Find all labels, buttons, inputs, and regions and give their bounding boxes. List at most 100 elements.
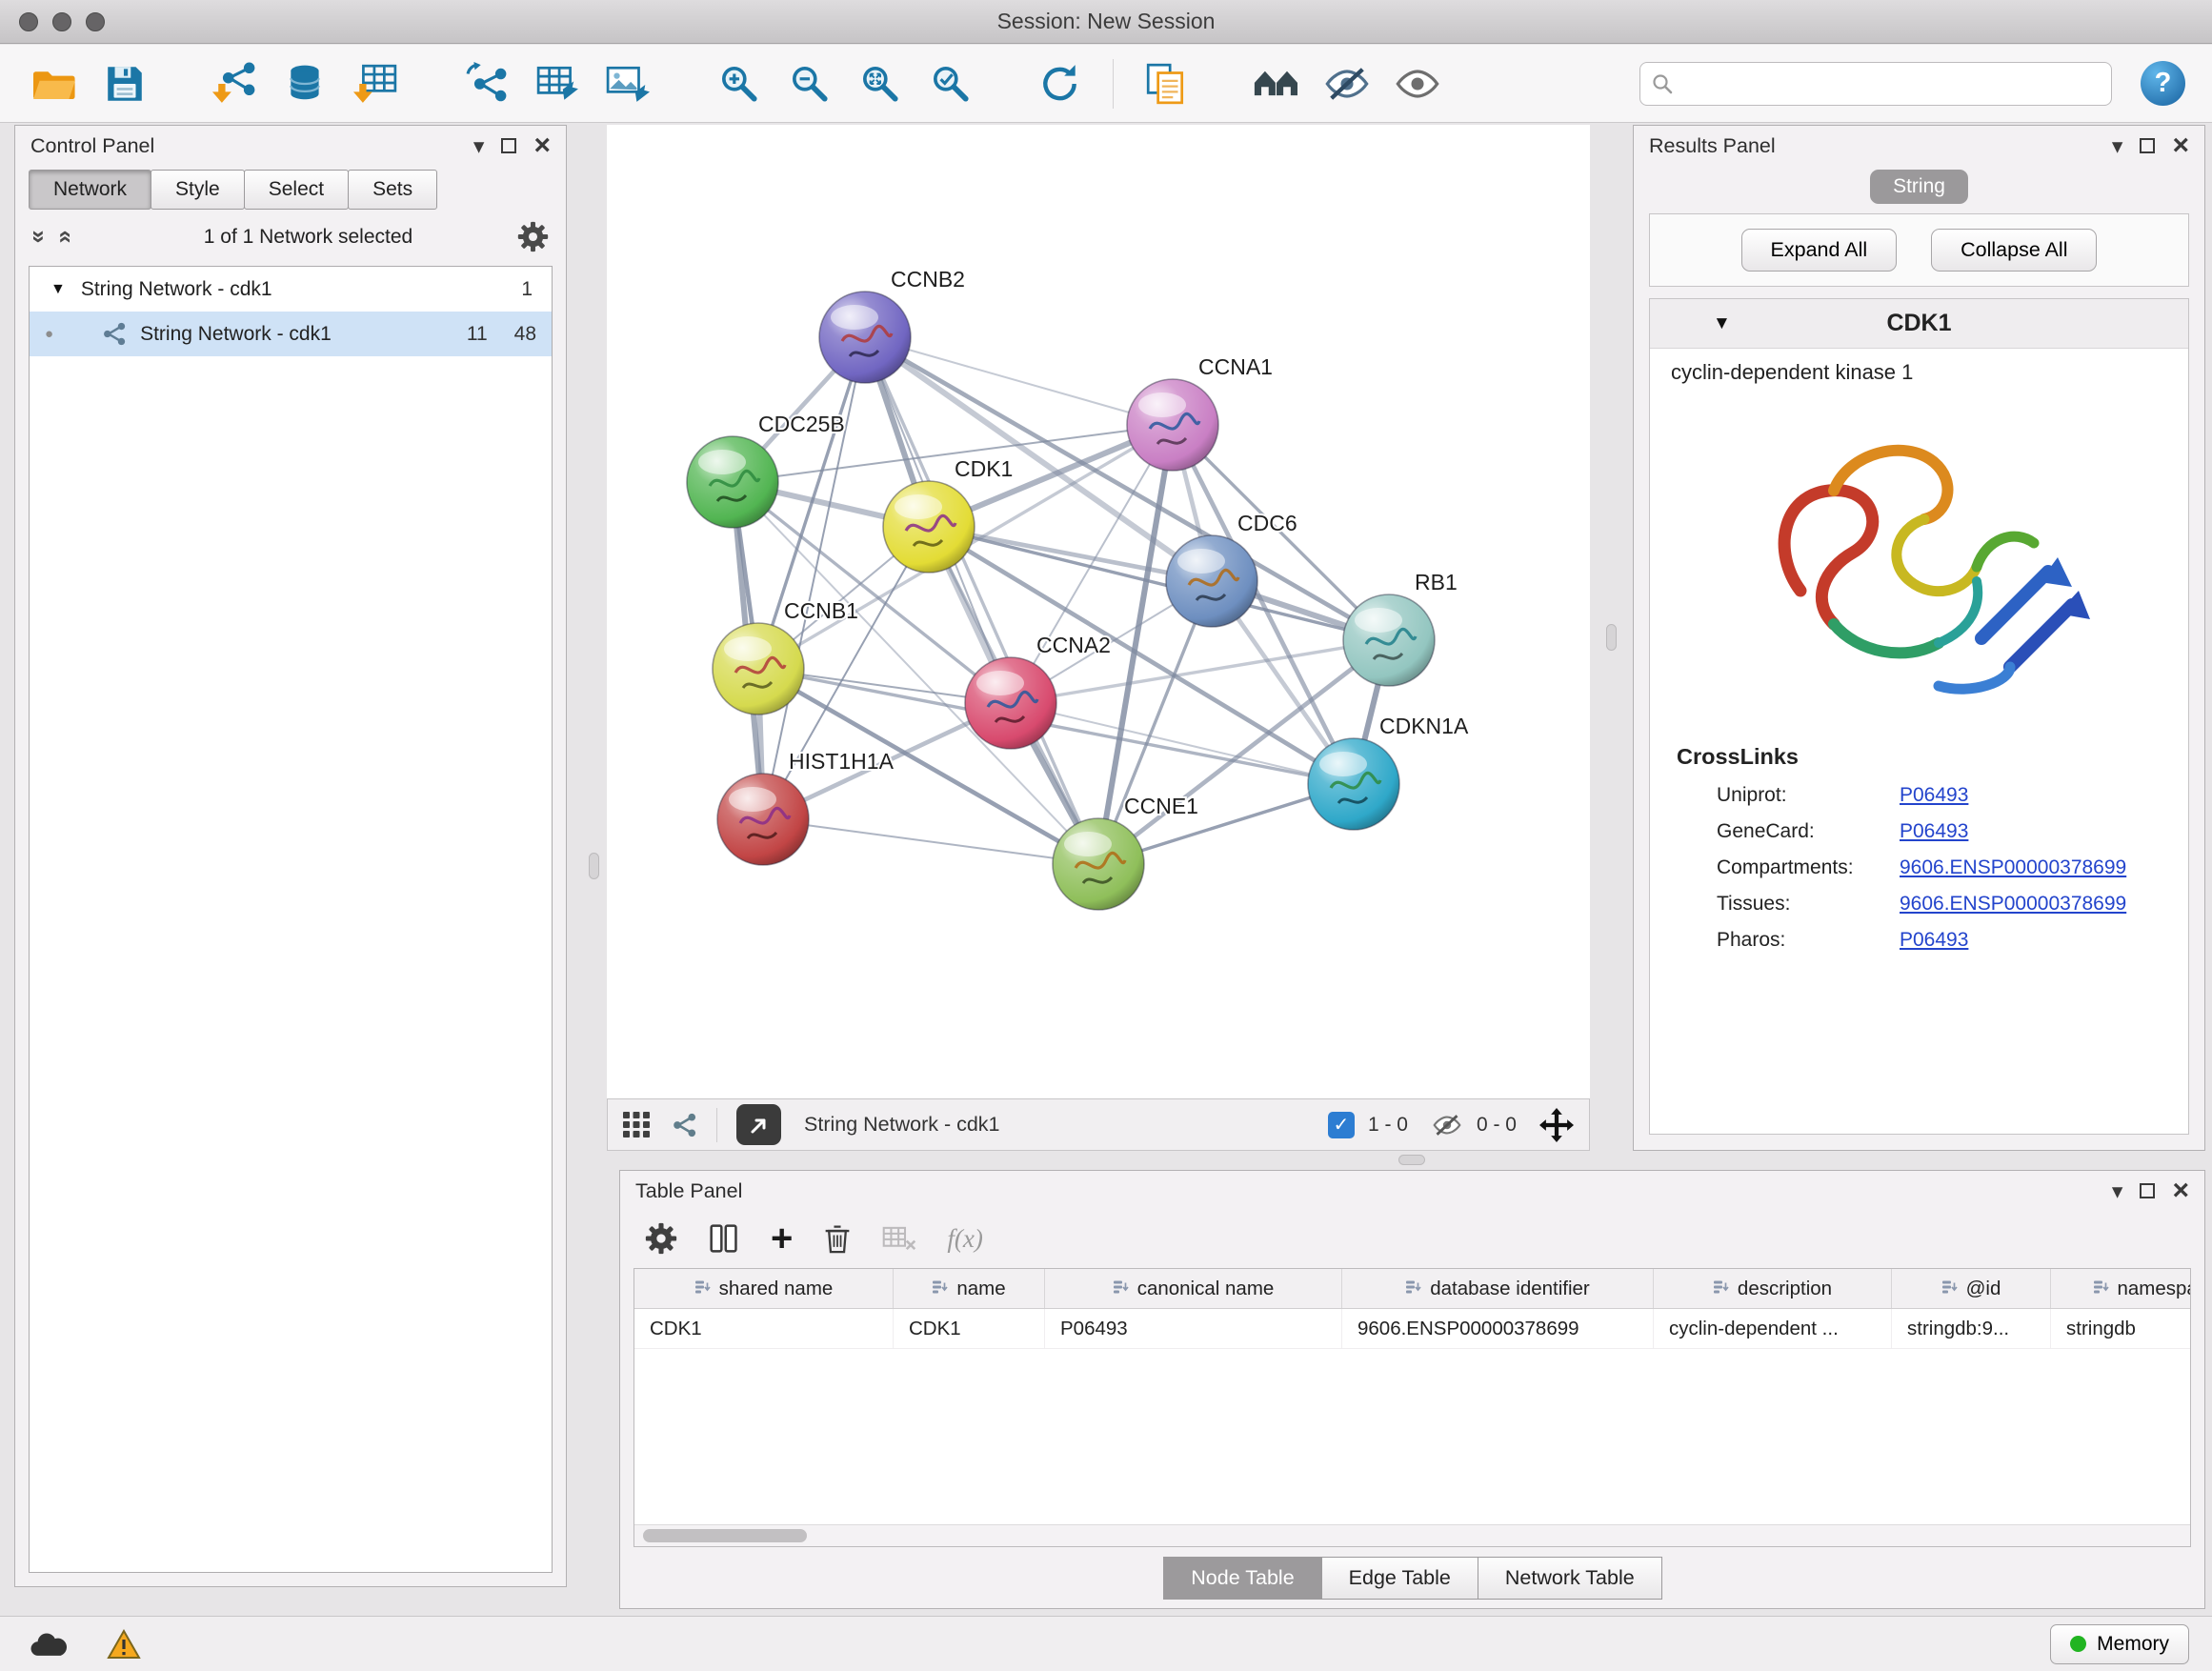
- column-header-description[interactable]: description: [1654, 1269, 1892, 1308]
- column-header-database-identifier[interactable]: database identifier: [1342, 1269, 1654, 1308]
- memory-status-dot: [2070, 1636, 2086, 1652]
- add-column-button[interactable]: +: [771, 1225, 793, 1252]
- new-network-button[interactable]: [459, 53, 514, 114]
- search-input[interactable]: [1680, 71, 2100, 96]
- cloud-status-button[interactable]: [23, 1629, 72, 1660]
- tab-sets[interactable]: Sets: [348, 170, 437, 210]
- panel-close-icon[interactable]: ×: [2172, 131, 2189, 160]
- delete-column-trash-button[interactable]: [823, 1222, 852, 1255]
- copy-document-button[interactable]: [1138, 53, 1194, 114]
- column-header-shared-name[interactable]: shared name: [634, 1269, 894, 1308]
- network-edge[interactable]: [763, 337, 865, 819]
- network-view: CCNB2CCNA1CDC25BCDK1CDC6RB1CCNB1CCNA2CDK…: [607, 125, 1590, 1151]
- panel-float-icon[interactable]: [2140, 138, 2155, 153]
- tab-network[interactable]: Network: [29, 170, 151, 210]
- table-row[interactable]: CDK1CDK1P064939606.ENSP00000378699cyclin…: [634, 1309, 2190, 1349]
- import-network-file-button[interactable]: [208, 53, 263, 114]
- select-columns-button[interactable]: [708, 1223, 740, 1254]
- import-network-database-button[interactable]: [278, 53, 333, 114]
- search-box: [1639, 62, 2112, 106]
- crosslink-link[interactable]: 9606.ENSP00000378699: [1900, 893, 2126, 916]
- tree-expander-icon[interactable]: ▼: [50, 281, 66, 298]
- open-view-button[interactable]: [736, 1104, 781, 1145]
- tab-network-table[interactable]: Network Table: [1478, 1557, 1662, 1600]
- new-table-button[interactable]: [530, 53, 585, 114]
- refresh-view-button[interactable]: [1033, 53, 1088, 114]
- column-header-canonical-name[interactable]: canonical name: [1045, 1269, 1342, 1308]
- tab-edge-table[interactable]: Edge Table: [1321, 1557, 1478, 1600]
- protein-header[interactable]: ▼ CDK1: [1650, 299, 2188, 349]
- section-expander-icon[interactable]: ▼: [1713, 313, 1731, 334]
- splitter-handle[interactable]: [1398, 1155, 1425, 1165]
- expand-all-icon[interactable]: »: [50, 231, 77, 244]
- show-all-networks-button[interactable]: [1249, 53, 1304, 114]
- column-header-namespace[interactable]: namespace: [2051, 1269, 2191, 1308]
- birds-eye-view-icon[interactable]: [623, 1112, 652, 1137]
- network-collection-row[interactable]: ▼ String Network - cdk1 1: [30, 267, 552, 312]
- collapse-all-button[interactable]: Collapse All: [1931, 229, 2097, 272]
- network-canvas[interactable]: CCNB2CCNA1CDC25BCDK1CDC6RB1CCNB1CCNA2CDK…: [607, 125, 1590, 1098]
- warnings-button[interactable]: [101, 1628, 147, 1661]
- network-row-selected[interactable]: ● String Network - cdk1 11 48: [30, 312, 552, 356]
- zoom-fit-button[interactable]: [852, 53, 907, 114]
- panel-close-icon[interactable]: ×: [533, 131, 551, 160]
- network-node-CDC25B[interactable]: [687, 436, 778, 528]
- zoom-in-button[interactable]: [711, 53, 766, 114]
- tab-select[interactable]: Select: [244, 170, 349, 210]
- network-node-CCNB2[interactable]: [819, 292, 911, 383]
- network-node-RB1[interactable]: [1343, 594, 1435, 686]
- panel-collapse-icon[interactable]: ▾: [2112, 1180, 2123, 1202]
- save-session-button[interactable]: [97, 53, 152, 114]
- splitter-handle[interactable]: [1606, 624, 1617, 651]
- splitter-handle[interactable]: [589, 853, 599, 879]
- column-header-label: canonical name: [1137, 1278, 1275, 1300]
- column-header--id[interactable]: @id: [1892, 1269, 2051, 1308]
- network-node-HIST1H1A[interactable]: [717, 774, 809, 865]
- network-edge[interactable]: [1011, 703, 1354, 784]
- crosslink-link[interactable]: P06493: [1900, 929, 1968, 952]
- network-node-CCNE1[interactable]: [1053, 818, 1144, 910]
- tab-style[interactable]: Style: [151, 170, 245, 210]
- panel-float-icon[interactable]: [2140, 1183, 2155, 1198]
- network-node-CDK1[interactable]: [883, 481, 975, 573]
- network-node-CDC6[interactable]: [1166, 535, 1257, 627]
- import-table-file-button[interactable]: [349, 53, 404, 114]
- collapse-all-icon[interactable]: »: [25, 231, 52, 244]
- panel-collapse-icon[interactable]: ▾: [2112, 135, 2123, 157]
- zoom-selected-button[interactable]: [922, 53, 977, 114]
- panel-close-icon[interactable]: ×: [2172, 1177, 2189, 1205]
- table-settings-gear-button[interactable]: [645, 1222, 677, 1255]
- open-session-button[interactable]: [27, 53, 82, 114]
- column-header-name[interactable]: name: [894, 1269, 1045, 1308]
- titlebar[interactable]: Session: New Session: [0, 0, 2212, 44]
- scrollbar-thumb[interactable]: [643, 1529, 807, 1542]
- tab-node-table[interactable]: Node Table: [1163, 1557, 1321, 1600]
- export-image-button[interactable]: [600, 53, 655, 114]
- memory-button[interactable]: Memory: [2050, 1624, 2189, 1664]
- zoom-out-button[interactable]: [781, 53, 836, 114]
- network-edge[interactable]: [865, 337, 1173, 425]
- network-node-CDKN1A[interactable]: [1308, 738, 1399, 830]
- network-options-gear-button[interactable]: [517, 221, 549, 252]
- minimize-window-button[interactable]: [52, 12, 71, 31]
- network-edge[interactable]: [763, 819, 1098, 864]
- panel-float-icon[interactable]: [501, 138, 516, 153]
- expand-all-button[interactable]: Expand All: [1741, 229, 1898, 272]
- zoom-window-button[interactable]: [86, 12, 105, 31]
- node-label: CCNA1: [1198, 354, 1273, 379]
- hide-selected-button[interactable]: [1319, 53, 1375, 114]
- crosslink-link[interactable]: P06493: [1900, 820, 1968, 843]
- move-crosshair-icon[interactable]: [1539, 1108, 1574, 1142]
- network-small-icon[interactable]: [671, 1113, 697, 1137]
- help-button[interactable]: ?: [2141, 61, 2185, 106]
- network-node-CCNA2[interactable]: [965, 657, 1056, 749]
- network-node-CCNA1[interactable]: [1127, 379, 1218, 471]
- crosslink-link[interactable]: 9606.ENSP00000378699: [1900, 856, 2126, 879]
- panel-collapse-icon[interactable]: ▾: [473, 135, 485, 157]
- network-node-CCNB1[interactable]: [713, 623, 804, 715]
- close-window-button[interactable]: [19, 12, 38, 31]
- tab-string[interactable]: String: [1870, 170, 1968, 204]
- horizontal-scrollbar[interactable]: [634, 1524, 2190, 1546]
- crosslink-link[interactable]: P06493: [1900, 784, 1968, 807]
- show-selected-button[interactable]: [1390, 53, 1445, 114]
